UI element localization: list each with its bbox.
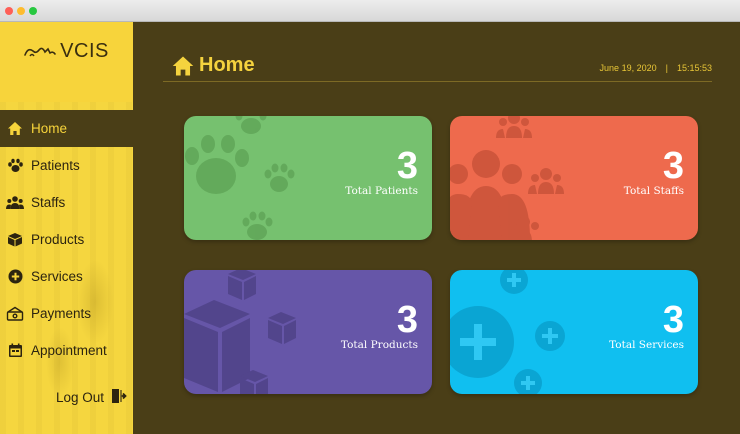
page-title-text: Home <box>199 54 255 76</box>
app-logo: VCIS <box>0 40 133 63</box>
header-divider <box>163 81 712 82</box>
total-services-card[interactable]: 3 Total Services <box>450 270 698 394</box>
box-icon <box>184 270 296 394</box>
sidebar-item-label: Services <box>31 269 83 284</box>
cat-dog-outline-icon <box>24 47 56 57</box>
total-patients-card[interactable]: 3 Total Patients <box>184 116 432 240</box>
calendar-icon <box>6 343 24 359</box>
sidebar-item-products[interactable]: Products <box>0 221 133 258</box>
maximize-window-button[interactable] <box>29 7 37 15</box>
sidebar-item-home[interactable]: Home <box>0 110 133 147</box>
current-time: 15:15:53 <box>676 63 712 73</box>
total-staffs-count: 3 <box>662 145 684 187</box>
datetime: June 19, 2020 | 15:15:53 <box>600 63 712 73</box>
datetime-separator: | <box>665 63 668 73</box>
total-products-label: Total Products <box>340 339 418 351</box>
box-icon <box>6 232 24 248</box>
logo-text: VCIS <box>60 40 109 62</box>
payment-icon <box>6 306 24 322</box>
total-staffs-card[interactable]: 3 Total Staffs <box>450 116 698 240</box>
sidebar-item-label: Staffs <box>31 195 66 210</box>
sidebar-item-patients[interactable]: Patients <box>0 147 133 184</box>
plus-circle-icon <box>6 269 24 285</box>
app-window: VCIS Home Patients Staffs Products Servi… <box>0 0 740 434</box>
sidebar-item-label: Appointment <box>31 343 107 358</box>
sidebar-item-staffs[interactable]: Staffs <box>0 184 133 221</box>
sidebar-item-label: Home <box>31 121 68 136</box>
logout-button[interactable]: Log Out <box>56 388 127 407</box>
current-date: June 19, 2020 <box>599 63 657 73</box>
total-products-count: 3 <box>396 299 418 341</box>
title-bar <box>0 0 740 22</box>
page-title: Home <box>171 54 255 77</box>
paw-icon <box>185 116 295 240</box>
total-products-card[interactable]: 3 Total Products <box>184 270 432 394</box>
total-services-label: Total Services <box>609 339 684 351</box>
plus-circle-icon <box>450 270 565 394</box>
home-icon <box>6 121 24 137</box>
main-content: Home June 19, 2020 | 15:15:53 3 Total Pati… <box>133 22 740 434</box>
total-staffs-label: Total Staffs <box>623 185 684 197</box>
users-icon <box>6 195 24 211</box>
logout-icon <box>111 388 127 407</box>
sidebar: VCIS Home Patients Staffs Products Servi… <box>0 22 133 434</box>
users-icon <box>450 116 564 240</box>
sidebar-item-label: Products <box>31 232 85 247</box>
minimize-window-button[interactable] <box>17 7 25 15</box>
sidebar-item-label: Patients <box>31 158 80 173</box>
close-window-button[interactable] <box>5 7 13 15</box>
total-patients-label: Total Patients <box>345 185 418 197</box>
sidebar-item-label: Payments <box>31 306 92 321</box>
sidebar-nav: Home Patients Staffs Products Services P… <box>0 110 133 369</box>
sidebar-item-payments[interactable]: Payments <box>0 295 133 332</box>
paw-icon <box>6 158 24 174</box>
total-services-count: 3 <box>662 299 684 341</box>
logout-label: Log Out <box>55 390 104 405</box>
total-patients-count: 3 <box>396 145 418 187</box>
sidebar-item-services[interactable]: Services <box>0 258 133 295</box>
home-icon <box>172 55 194 76</box>
sidebar-item-appointment[interactable]: Appointment <box>0 332 133 369</box>
